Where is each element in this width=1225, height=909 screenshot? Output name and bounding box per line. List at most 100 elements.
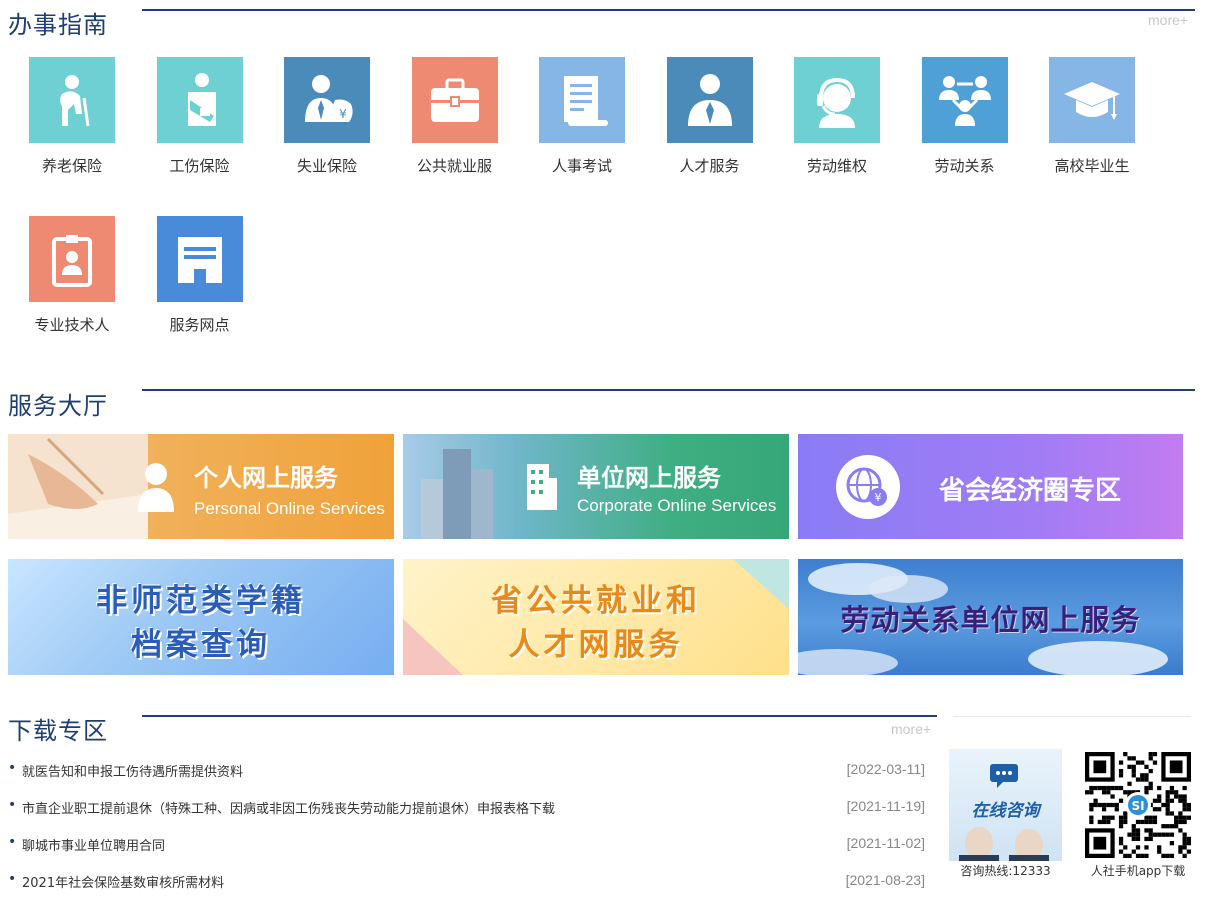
guide-item[interactable]: 劳动关系 [910,57,1020,176]
banner-title: 个人网上服务 [194,464,338,492]
headset-agent-icon [817,77,855,128]
guide-tile[interactable] [29,216,115,302]
banner-title: 省会经济圈专区 [939,476,1122,506]
download-date: [2021-11-02] [846,835,925,851]
online-consult-button[interactable]: 在线咨询 [949,749,1062,861]
banner-title: 单位网上服务 [577,464,721,492]
public-employment-talent-banner[interactable]: 省公共就业和 人才网服务 [403,559,789,675]
guide-tile[interactable] [794,57,880,143]
sidebar-divider [953,716,1191,717]
people-network-icon [938,76,991,126]
guide-tile[interactable] [666,57,753,143]
download-date: [2021-11-19] [846,798,925,814]
banner-line-1: 非师范类学籍 [96,583,306,619]
writing-hand-image [8,434,148,539]
download-row[interactable]: • 就医告知和申报工伤待遇所需提供资料 [2022-03-11] [8,760,928,780]
guide-item-label: 劳动关系 [934,157,995,175]
section-title-guide: 办事指南 [8,11,108,39]
guide-item[interactable]: 高校毕业生 [1037,57,1147,176]
download-link[interactable]: 就医告知和申报工伤待遇所需提供资料 [22,761,243,780]
student-archive-query-banner[interactable]: 非师范类学籍 档案查询 [8,559,394,675]
guide-more-link[interactable]: more+ [1148,12,1188,28]
download-row[interactable]: • 市直企业职工提前退休（特殊工种、因病或非因工伤残丧失劳动能力提前退休）申报表格… [8,797,928,817]
section-divider [142,715,937,717]
download-more-link[interactable]: more+ [891,721,931,737]
labor-relations-online-banner[interactable]: 劳动关系单位网上服务 [798,559,1183,675]
guide-item[interactable]: 人才服务 [655,57,765,176]
agents-image [959,827,1049,861]
guide-item-label: 高校毕业生 [1054,157,1130,175]
banner-line-1: 省公共就业和 [491,583,701,619]
guide-item-label: 工伤保险 [169,157,230,175]
banner-line-2: 档案查询 [131,627,271,663]
guide-tile[interactable]: ¥ [284,57,370,143]
consult-title: 在线咨询 [971,801,1040,821]
service-window-icon [177,237,222,283]
businessman-icon [687,74,732,126]
injured-arm-icon [187,73,216,126]
section-divider [142,9,1195,11]
guide-item[interactable]: 工伤保险 [145,57,255,176]
hotline-text: 咨询热线:12333 [960,864,1051,878]
guide-tile[interactable] [539,57,625,143]
download-link[interactable]: 市直企业职工提前退休（特殊工种、因病或非因工伤残丧失劳动能力提前退休）申报表格下… [22,798,555,817]
section-title-downloads: 下载专区 [8,717,108,745]
download-date: [2021-08-23] [845,872,925,888]
guide-item[interactable]: 人事考试 [527,57,637,176]
guide-item[interactable]: 劳动维权 [782,57,892,176]
app-download-text: 人社手机app下载 [1090,864,1186,878]
corporate-online-services-banner[interactable]: 单位网上服务 Corporate Online Services [403,434,789,539]
id-badge-icon [52,235,92,287]
banner-title: 劳动关系单位网上服务 [840,603,1141,637]
section-title-hall: 服务大厅 [8,392,108,420]
guide-item-label: 失业保险 [296,157,357,175]
download-row[interactable]: • 聊城市事业单位聘用合同 [2021-11-02] [8,834,928,854]
guide-tile[interactable] [29,57,115,143]
building-image [421,449,493,539]
guide-item[interactable]: ¥ 失业保险 [272,57,382,176]
guide-tile[interactable] [156,216,243,302]
globe-yuan-icon: ¥ [836,455,900,519]
download-link[interactable]: 2021年社会保险基数审核所需材料 [22,872,224,891]
guide-item-label: 劳动维权 [806,157,867,175]
banner-subtitle: Corporate Online Services [577,496,777,515]
briefcase-icon [430,78,479,122]
svg-text:SI: SI [1131,799,1144,813]
person-icon [138,463,174,512]
guide-item-label: 公共就业服 [416,157,492,175]
svg-text:¥: ¥ [875,491,882,504]
svg-text:¥: ¥ [339,107,347,121]
guide-item[interactable]: 服务网点 [145,216,255,335]
app-qr-code: SI [1085,752,1191,858]
bullet-dot: • [8,797,17,813]
graduation-cap-icon [1064,82,1120,120]
personal-online-services-banner[interactable]: 个人网上服务 Personal Online Services [8,434,394,539]
download-link[interactable]: 聊城市事业单位聘用合同 [22,835,165,854]
guide-tile[interactable] [156,57,243,143]
guide-item[interactable]: 公共就业服 [400,57,510,176]
download-row[interactable]: • 2021年社会保险基数审核所需材料 [2021-08-23] [8,871,928,891]
qr-code-image: SI [1085,752,1191,858]
exam-document-icon [564,76,608,126]
economic-circle-zone-banner[interactable]: ¥ 省会经济圈专区 [798,434,1183,539]
person-money-bag-icon: ¥ [305,75,353,122]
guide-tile[interactable] [411,57,498,143]
guide-tile[interactable] [921,57,1008,143]
guide-item[interactable]: 专业技术人 [17,216,127,335]
guide-item-label: 养老保险 [41,157,102,175]
bullet-dot: • [8,760,17,776]
banner-line-2: 人才网服务 [508,627,684,663]
bullet-dot: • [8,871,17,887]
guide-item-label: 人才服务 [679,157,740,175]
download-date: [2022-03-11] [846,761,925,777]
elderly-person-icon [60,75,90,127]
section-divider [142,389,1195,391]
bullet-dot: • [8,834,17,850]
guide-item[interactable]: 养老保险 [17,57,127,176]
building-icon [527,464,557,510]
guide-item-label: 专业技术人 [34,316,110,334]
guide-tile[interactable] [1049,57,1135,143]
guide-item-label: 服务网点 [169,316,230,334]
guide-item-label: 人事考试 [551,157,612,175]
chat-bubble-icon [990,764,1018,788]
